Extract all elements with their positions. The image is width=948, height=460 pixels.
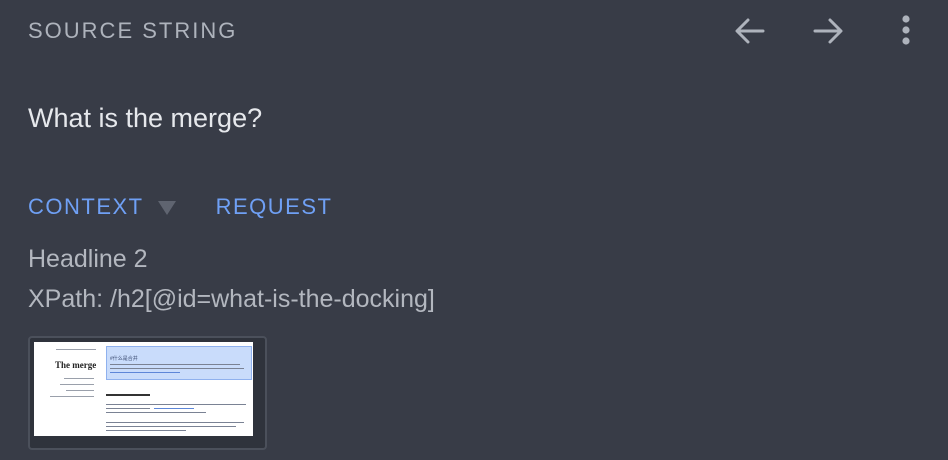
- screenshot-page-title: The merge: [55, 360, 97, 370]
- context-screenshot-thumbnail[interactable]: The merge #什么是合并: [28, 336, 267, 450]
- arrow-right-icon: [813, 18, 843, 44]
- screenshot-heading-line: [106, 394, 150, 396]
- screenshot-preview: The merge #什么是合并: [34, 342, 253, 436]
- screenshot-sidebar: The merge: [34, 342, 102, 436]
- screenshot-highlight-title: #什么是合并: [110, 356, 138, 362]
- screenshot-highlight-box: [106, 346, 252, 380]
- screenshot-text-line: [106, 430, 186, 431]
- screenshot-text-line: [110, 368, 244, 369]
- tab-request[interactable]: REQUEST: [216, 194, 333, 220]
- tab-context[interactable]: CONTEXT: [28, 194, 176, 220]
- source-string-text: What is the merge?: [28, 103, 263, 133]
- screenshot-text-line: [106, 408, 150, 409]
- screenshot-text-line: [106, 422, 244, 423]
- element-type: Headline 2: [28, 245, 148, 273]
- more-vertical-icon: [902, 15, 910, 45]
- screenshot-nav-line: [66, 390, 94, 391]
- xpath-value: XPath: /h2[@id=what-is-the-docking]: [28, 285, 435, 313]
- tab-request-label: REQUEST: [215, 194, 333, 219]
- screenshot-nav-line: [56, 349, 96, 350]
- context-tabs: CONTEXT REQUEST: [28, 192, 332, 222]
- tab-context-label: CONTEXT: [28, 194, 144, 219]
- screenshot-text-line: [106, 426, 236, 427]
- section-title: SOURCE STRING: [28, 18, 238, 43]
- arrow-left-icon: [735, 18, 765, 44]
- screenshot-text-line: [106, 404, 246, 405]
- more-options-button[interactable]: [886, 14, 926, 48]
- header: SOURCE STRING: [28, 14, 920, 48]
- caret-down-icon: [157, 201, 176, 215]
- next-string-button[interactable]: [808, 14, 848, 48]
- previous-string-button[interactable]: [730, 14, 770, 48]
- screenshot-text-line: [110, 372, 180, 373]
- screenshot-nav-line: [50, 396, 94, 397]
- screenshot-nav-line: [60, 384, 94, 385]
- screenshot-nav-line: [64, 378, 94, 379]
- screenshot-text-line: [106, 412, 206, 413]
- screenshot-text-line: [154, 408, 194, 409]
- screenshot-text-line: [110, 364, 240, 365]
